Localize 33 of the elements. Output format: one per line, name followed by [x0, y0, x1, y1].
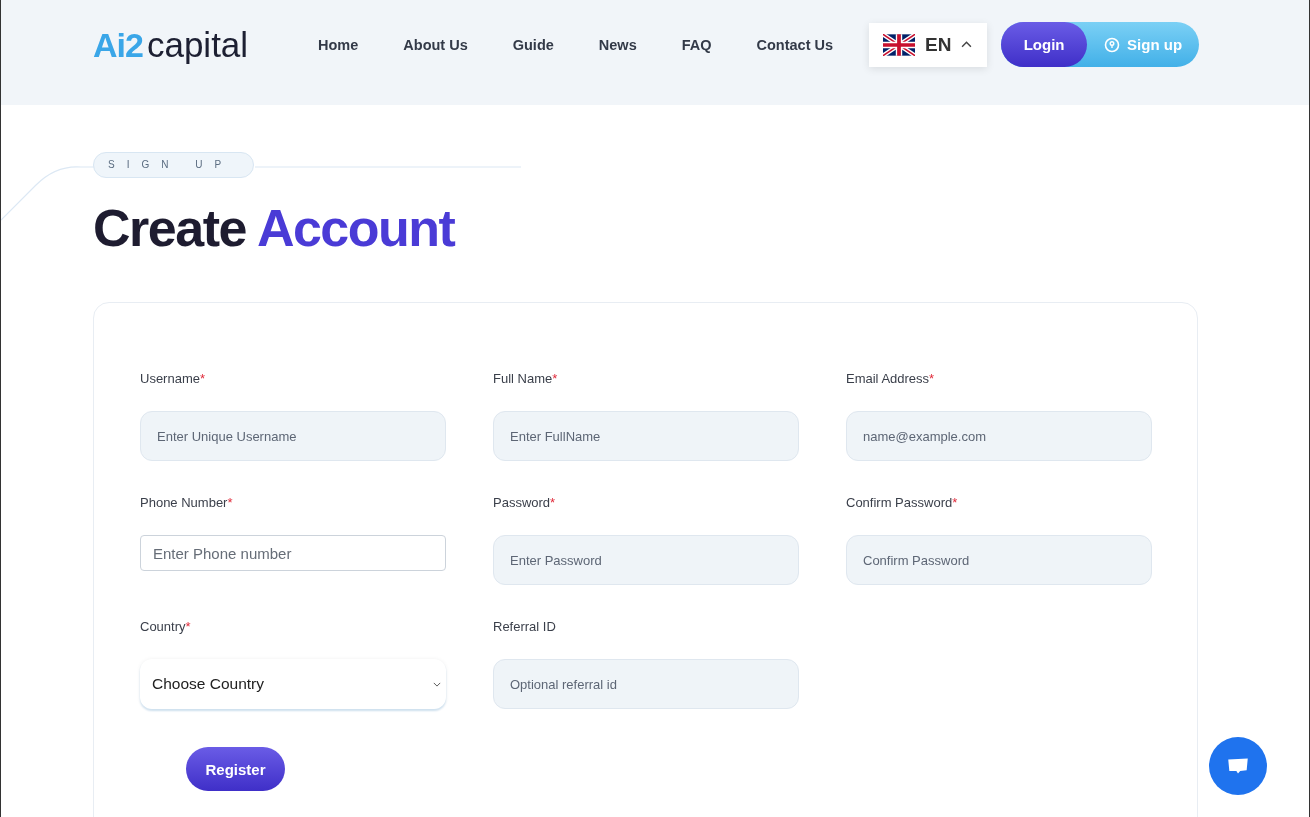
- logo[interactable]: Ai2capital: [93, 24, 293, 65]
- chevron-icon: [961, 41, 973, 48]
- language-selector[interactable]: EN: [869, 22, 988, 67]
- login-button[interactable]: Login: [1001, 22, 1088, 67]
- chevron-icon: [433, 681, 441, 687]
- nav-link[interactable]: News: [598, 36, 637, 53]
- input-field[interactable]: Enter Unique Username: [140, 411, 446, 461]
- section-tag: SIGN UP: [93, 152, 254, 178]
- input-field[interactable]: Enter Phone number: [140, 535, 446, 571]
- field-label: Password*: [493, 495, 557, 512]
- input-field[interactable]: Enter FullName: [493, 411, 799, 461]
- field-label: Full Name*: [493, 371, 559, 388]
- input-field[interactable]: Confirm Password: [846, 535, 1152, 585]
- chat-button[interactable]: [1209, 737, 1267, 795]
- nav-link[interactable]: Home: [318, 36, 359, 53]
- field-label: Country*: [140, 619, 192, 636]
- field-label: Username*: [140, 371, 207, 388]
- nav-link[interactable]: Guide: [512, 36, 554, 53]
- field-label: Referral ID: [493, 619, 557, 636]
- flag-icon: [883, 33, 916, 56]
- nav-link[interactable]: Contact Us: [756, 36, 834, 53]
- register-button[interactable]: Register: [186, 747, 285, 791]
- input-field[interactable]: Enter Password: [493, 535, 799, 585]
- nav-link[interactable]: About Us: [403, 36, 468, 53]
- field-label: Confirm Password*: [846, 495, 959, 512]
- input-field[interactable]: name@example.com: [846, 411, 1152, 461]
- field-label: Phone Number*: [140, 495, 234, 512]
- country-dropdown[interactable]: Choose Country: [140, 659, 446, 709]
- input-field[interactable]: Optional referral id: [493, 659, 799, 709]
- nav-link[interactable]: FAQ: [681, 36, 712, 53]
- field-label: Email Address*: [846, 371, 936, 388]
- page-title: Create Account: [93, 198, 456, 258]
- keyhole-icon: [1104, 36, 1121, 53]
